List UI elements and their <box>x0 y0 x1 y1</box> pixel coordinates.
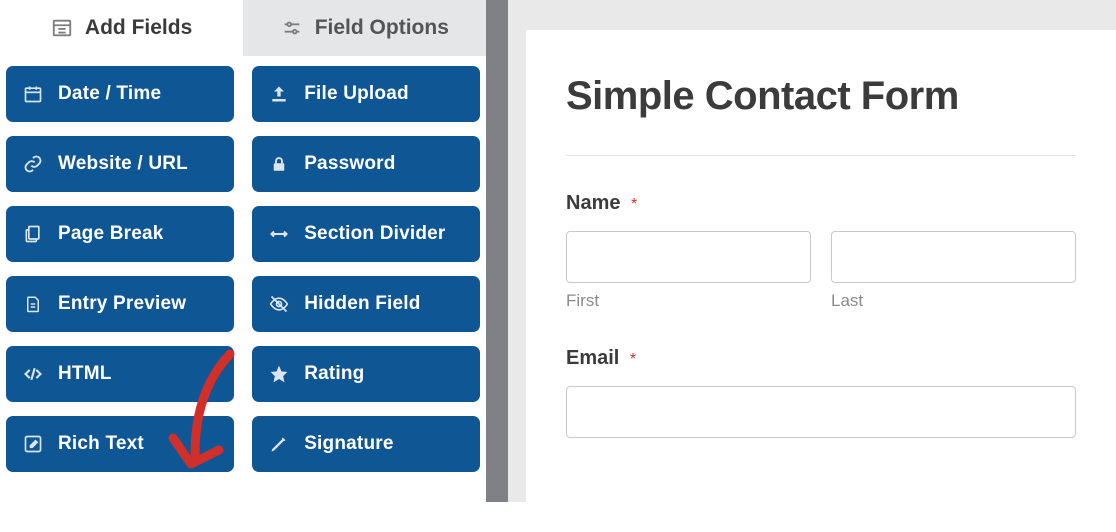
field-label: Password <box>304 153 395 175</box>
field-label: Website / URL <box>58 153 188 175</box>
upload-icon <box>268 83 290 105</box>
field-html[interactable]: HTML <box>6 346 234 402</box>
field-label: File Upload <box>304 83 409 105</box>
field-hidden-field[interactable]: Hidden Field <box>252 276 480 332</box>
field-page-break[interactable]: Page Break <box>6 206 234 262</box>
email-input[interactable] <box>566 386 1076 438</box>
calendar-icon <box>22 83 44 105</box>
form-divider <box>566 155 1076 156</box>
last-name-input[interactable] <box>831 231 1076 283</box>
field-label: Page Break <box>58 223 164 245</box>
field-date-time[interactable]: Date / Time <box>6 66 234 122</box>
last-sub-label: Last <box>831 291 1076 311</box>
fields-sidebar: Add Fields Field Options Date / Time Fil… <box>0 0 486 502</box>
eye-slash-icon <box>268 293 290 315</box>
required-indicator: * <box>630 351 636 368</box>
code-icon <box>22 363 44 385</box>
sidebar-tabs: Add Fields Field Options <box>0 0 486 56</box>
form-canvas[interactable]: Simple Contact Form Name * First Last Em… <box>526 30 1116 532</box>
field-section-divider[interactable]: Section Divider <box>252 206 480 262</box>
field-label: Hidden Field <box>304 293 420 315</box>
required-indicator: * <box>631 196 637 213</box>
link-icon <box>22 153 44 175</box>
fields-grid: Date / Time File Upload Website / URL Pa… <box>0 56 486 472</box>
field-label: Signature <box>304 433 393 455</box>
field-label-name: Name <box>566 192 620 214</box>
divider-icon <box>268 223 290 245</box>
panel-divider <box>486 0 508 502</box>
form-title: Simple Contact Form <box>566 74 1076 119</box>
field-label: Date / Time <box>58 83 161 105</box>
form-icon <box>51 17 73 39</box>
sliders-icon <box>281 17 303 39</box>
field-password[interactable]: Password <box>252 136 480 192</box>
field-label-email: Email <box>566 347 619 369</box>
field-label: Rating <box>304 363 364 385</box>
field-signature[interactable]: Signature <box>252 416 480 472</box>
field-rich-text[interactable]: Rich Text <box>6 416 234 472</box>
field-entry-preview[interactable]: Entry Preview <box>6 276 234 332</box>
form-field-name: Name * First Last <box>566 192 1076 311</box>
star-icon <box>268 363 290 385</box>
field-rating[interactable]: Rating <box>252 346 480 402</box>
first-name-input[interactable] <box>566 231 811 283</box>
form-field-email: Email * <box>566 347 1076 438</box>
edit-icon <box>22 433 44 455</box>
lock-icon <box>268 153 290 175</box>
tab-field-options[interactable]: Field Options <box>243 0 486 56</box>
field-label: Section Divider <box>304 223 445 245</box>
form-preview-area: Simple Contact Form Name * First Last Em… <box>508 0 1116 502</box>
first-sub-label: First <box>566 291 811 311</box>
tab-add-fields[interactable]: Add Fields <box>0 0 243 56</box>
tab-label: Field Options <box>315 16 449 40</box>
field-label: Entry Preview <box>58 293 186 315</box>
field-label: HTML <box>58 363 112 385</box>
tab-label: Add Fields <box>85 16 192 40</box>
field-file-upload[interactable]: File Upload <box>252 66 480 122</box>
pages-icon <box>22 223 44 245</box>
field-website-url[interactable]: Website / URL <box>6 136 234 192</box>
field-label: Rich Text <box>58 433 144 455</box>
pencil-icon <box>268 433 290 455</box>
document-icon <box>22 293 44 315</box>
